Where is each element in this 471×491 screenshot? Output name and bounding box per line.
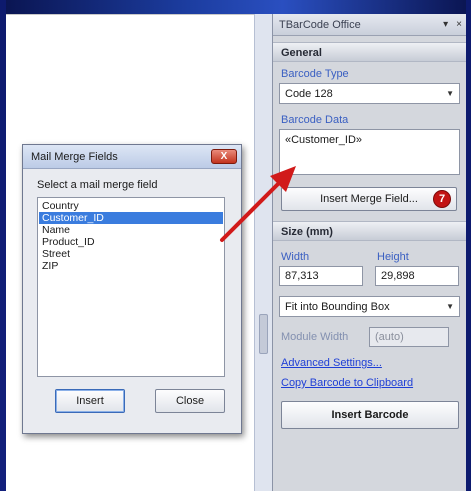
scrollbar-thumb[interactable] xyxy=(259,314,268,354)
close-button[interactable]: Close xyxy=(155,389,225,413)
panel-titlebar: TBarCode Office ▾ × xyxy=(273,14,466,36)
advanced-settings-link[interactable]: Advanced Settings... xyxy=(281,357,460,369)
barcode-type-label: Barcode Type xyxy=(281,68,349,80)
height-input[interactable]: 29,898 xyxy=(375,266,459,286)
list-item-name[interactable]: Name xyxy=(39,224,223,236)
panel-title: TBarCode Office xyxy=(279,18,361,31)
barcode-type-value: Code 128 xyxy=(285,87,333,100)
barcode-data-input[interactable]: «Customer_ID» xyxy=(279,129,460,175)
desktop-background-right xyxy=(466,0,471,491)
chevron-down-icon[interactable]: ▼ xyxy=(446,89,454,98)
panel-close-icon[interactable]: × xyxy=(456,19,462,30)
dialog-title: Mail Merge Fields xyxy=(31,150,118,163)
insert-barcode-button[interactable]: Insert Barcode xyxy=(281,401,459,429)
list-item-street[interactable]: Street xyxy=(39,248,223,260)
document-scrollbar[interactable] xyxy=(254,14,272,491)
dialog-close-icon[interactable]: X xyxy=(211,149,237,164)
width-input[interactable]: 87,313 xyxy=(279,266,363,286)
step-badge: 7 xyxy=(433,190,451,208)
mail-merge-fields-dialog: Mail Merge Fields X Select a mail merge … xyxy=(22,144,242,434)
width-label: Width xyxy=(281,251,310,263)
dialog-prompt: Select a mail merge field xyxy=(37,179,158,191)
insert-button[interactable]: Insert xyxy=(55,389,125,413)
desktop-background-top xyxy=(0,0,471,14)
panel-menu-icon[interactable]: ▾ xyxy=(443,19,448,30)
module-width-input: (auto) xyxy=(369,327,449,347)
fit-mode-select[interactable]: Fit into Bounding Box ▼ xyxy=(279,296,460,317)
dialog-titlebar[interactable]: Mail Merge Fields X xyxy=(23,145,241,169)
list-item-product-id[interactable]: Product_ID xyxy=(39,236,223,248)
module-width-label: Module Width xyxy=(281,331,349,343)
barcode-data-label: Barcode Data xyxy=(281,114,349,126)
list-item-country[interactable]: Country xyxy=(39,200,223,212)
list-item-customer-id[interactable]: Customer_ID xyxy=(39,212,223,224)
general-section-header[interactable]: General xyxy=(273,42,466,62)
barcode-data-value: «Customer_ID» xyxy=(285,134,363,146)
chevron-down-icon[interactable]: ▼ xyxy=(446,302,454,311)
list-item-zip[interactable]: ZIP xyxy=(39,260,223,272)
height-label: Height xyxy=(377,251,409,263)
tbarcode-panel: TBarCode Office ▾ × General Barcode Type… xyxy=(272,14,466,491)
copy-barcode-link[interactable]: Copy Barcode to Clipboard xyxy=(281,377,460,389)
barcode-type-select[interactable]: Code 128 ▼ xyxy=(279,83,460,104)
size-section-header[interactable]: Size (mm) xyxy=(273,221,466,241)
fit-mode-value: Fit into Bounding Box xyxy=(285,300,390,313)
merge-field-listbox[interactable]: Country Customer_ID Name Product_ID Street ZI… xyxy=(37,197,225,377)
insert-merge-field-button[interactable]: Insert Merge Field... xyxy=(281,187,457,211)
